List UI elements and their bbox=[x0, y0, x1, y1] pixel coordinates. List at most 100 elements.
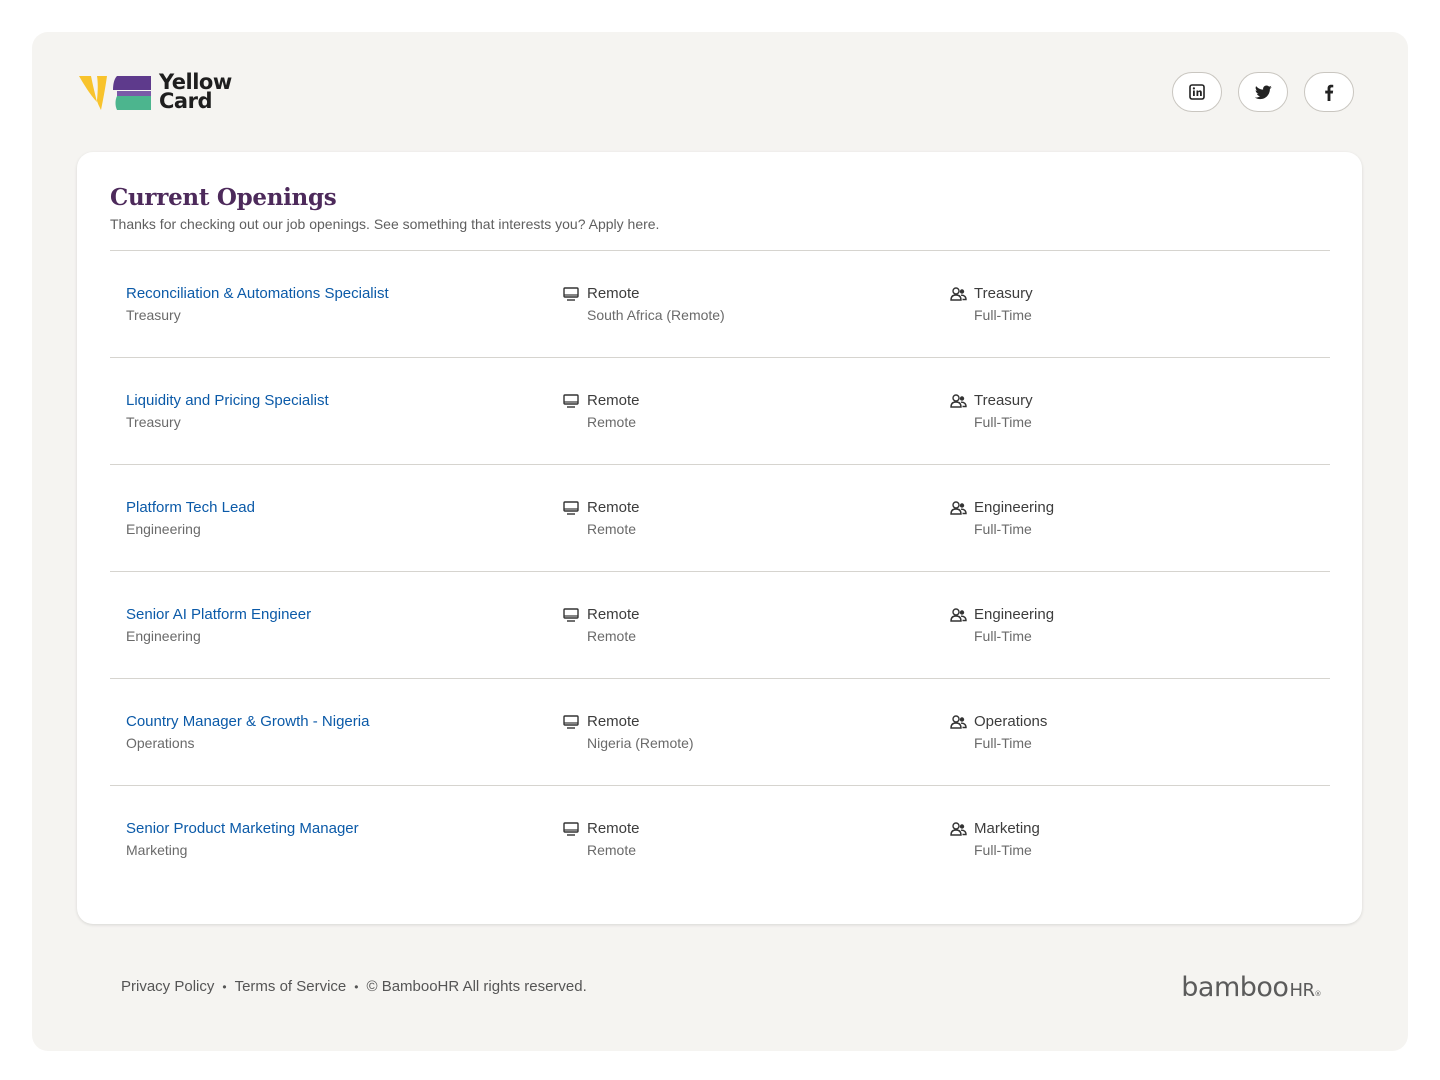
location-type: Remote bbox=[562, 392, 922, 410]
job-team-column: Engineering Full-Time bbox=[949, 499, 1309, 538]
job-title-column: Senior AI Platform Engineer Engineering bbox=[126, 606, 546, 645]
job-team-column: Treasury Full-Time bbox=[949, 392, 1309, 431]
job-location-column: Remote Remote bbox=[562, 606, 922, 645]
job-row: Country Manager & Growth - Nigeria Opera… bbox=[110, 678, 1330, 785]
employment-type: Full-Time bbox=[974, 521, 1032, 537]
job-team-column: Engineering Full-Time bbox=[949, 606, 1309, 645]
team: Treasury bbox=[949, 392, 1309, 410]
job-list: Reconciliation & Automations Specialist … bbox=[110, 250, 1330, 892]
location-type-label: Remote bbox=[587, 713, 640, 730]
people-icon bbox=[949, 285, 967, 303]
job-department: Marketing bbox=[126, 842, 188, 858]
employment-type: Full-Time bbox=[974, 414, 1032, 430]
people-icon bbox=[949, 713, 967, 731]
job-location: Remote bbox=[587, 414, 637, 430]
location-type-label: Remote bbox=[587, 499, 640, 516]
job-location: Remote bbox=[587, 521, 637, 537]
job-row: Reconciliation & Automations Specialist … bbox=[110, 250, 1330, 357]
job-location-column: Remote Nigeria (Remote) bbox=[562, 713, 922, 752]
job-title-link[interactable]: Country Manager & Growth - Nigeria bbox=[126, 713, 546, 731]
employment-type: Full-Time bbox=[974, 735, 1032, 751]
monitor-icon bbox=[562, 606, 580, 624]
monitor-icon bbox=[562, 392, 580, 410]
page-title: Current Openings bbox=[110, 184, 337, 211]
monitor-icon bbox=[562, 499, 580, 517]
people-icon bbox=[949, 606, 967, 624]
people-icon bbox=[949, 820, 967, 838]
monitor-icon bbox=[562, 285, 580, 303]
location-type: Remote bbox=[562, 606, 922, 624]
job-location-column: Remote South Africa (Remote) bbox=[562, 285, 922, 324]
job-title-link[interactable]: Reconciliation & Automations Specialist bbox=[126, 285, 546, 303]
team: Engineering bbox=[949, 499, 1309, 517]
header: Yellow Card bbox=[77, 72, 1354, 112]
team-label: Marketing bbox=[974, 820, 1040, 837]
job-department: Operations bbox=[126, 735, 195, 751]
linkedin-button[interactable] bbox=[1172, 72, 1222, 112]
location-type: Remote bbox=[562, 499, 922, 517]
job-location: Remote bbox=[587, 842, 637, 858]
job-team-column: Marketing Full-Time bbox=[949, 820, 1309, 859]
footer-separator: • bbox=[222, 979, 227, 994]
employment-type: Full-Time bbox=[974, 628, 1032, 644]
footer-links: Privacy Policy • Terms of Service • © Ba… bbox=[121, 978, 587, 995]
people-icon bbox=[949, 499, 967, 517]
location-type-label: Remote bbox=[587, 606, 640, 623]
job-department: Engineering bbox=[126, 628, 201, 644]
location-type-label: Remote bbox=[587, 820, 640, 837]
job-title-link[interactable]: Senior Product Marketing Manager bbox=[126, 820, 546, 838]
team: Operations bbox=[949, 713, 1309, 731]
job-row: Platform Tech Lead Engineering Remote Re… bbox=[110, 464, 1330, 571]
terms-of-service-link[interactable]: Terms of Service bbox=[235, 978, 347, 995]
job-title-column: Liquidity and Pricing Specialist Treasur… bbox=[126, 392, 546, 431]
bamboohr-logo[interactable]: bamboo HR ® bbox=[1181, 972, 1321, 1003]
employment-type: Full-Time bbox=[974, 307, 1032, 323]
people-icon bbox=[949, 392, 967, 410]
company-logo[interactable]: Yellow Card bbox=[77, 72, 237, 112]
job-title-link[interactable]: Liquidity and Pricing Specialist bbox=[126, 392, 546, 410]
job-team-column: Operations Full-Time bbox=[949, 713, 1309, 752]
job-department: Engineering bbox=[126, 521, 201, 537]
logo-wordmark: Yellow Card bbox=[159, 72, 232, 113]
team-label: Operations bbox=[974, 713, 1048, 730]
job-department: Treasury bbox=[126, 307, 181, 323]
twitter-button[interactable] bbox=[1238, 72, 1288, 112]
job-title-link[interactable]: Senior AI Platform Engineer bbox=[126, 606, 546, 624]
bamboohr-hr: HR bbox=[1289, 980, 1315, 1001]
registered-mark: ® bbox=[1314, 990, 1322, 998]
location-type-label: Remote bbox=[587, 285, 640, 302]
location-type-label: Remote bbox=[587, 392, 640, 409]
location-type: Remote bbox=[562, 713, 922, 731]
monitor-icon bbox=[562, 713, 580, 731]
job-title-column: Senior Product Marketing Manager Marketi… bbox=[126, 820, 546, 859]
job-location: Remote bbox=[587, 628, 637, 644]
copyright-text: © BambooHR All rights reserved. bbox=[366, 978, 587, 995]
team-label: Engineering bbox=[974, 606, 1055, 623]
job-team-column: Treasury Full-Time bbox=[949, 285, 1309, 324]
footer-separator: • bbox=[354, 979, 359, 994]
privacy-policy-link[interactable]: Privacy Policy bbox=[121, 978, 214, 995]
yellow-card-logo-mark bbox=[79, 76, 151, 110]
job-row: Senior Product Marketing Manager Marketi… bbox=[110, 785, 1330, 892]
twitter-icon bbox=[1254, 84, 1272, 99]
bamboohr-wordmark: bamboo bbox=[1181, 972, 1289, 1003]
page-frame: Yellow Card Current Openings Thanks for … bbox=[32, 32, 1408, 1051]
employment-type: Full-Time bbox=[974, 842, 1032, 858]
facebook-icon bbox=[1325, 84, 1334, 101]
job-title-column: Reconciliation & Automations Specialist … bbox=[126, 285, 546, 324]
linkedin-icon bbox=[1189, 84, 1205, 100]
facebook-button[interactable] bbox=[1304, 72, 1354, 112]
job-title-column: Platform Tech Lead Engineering bbox=[126, 499, 546, 538]
job-title-link[interactable]: Platform Tech Lead bbox=[126, 499, 546, 517]
job-location-column: Remote Remote bbox=[562, 820, 922, 859]
logo-line-2: Card bbox=[159, 89, 212, 113]
team-label: Engineering bbox=[974, 499, 1055, 516]
job-row: Senior AI Platform Engineer Engineering … bbox=[110, 571, 1330, 678]
page-subtitle: Thanks for checking out our job openings… bbox=[110, 216, 660, 232]
monitor-icon bbox=[562, 820, 580, 838]
team-label: Treasury bbox=[974, 392, 1033, 409]
location-type: Remote bbox=[562, 285, 922, 303]
job-department: Treasury bbox=[126, 414, 181, 430]
team: Marketing bbox=[949, 820, 1309, 838]
team-label: Treasury bbox=[974, 285, 1033, 302]
